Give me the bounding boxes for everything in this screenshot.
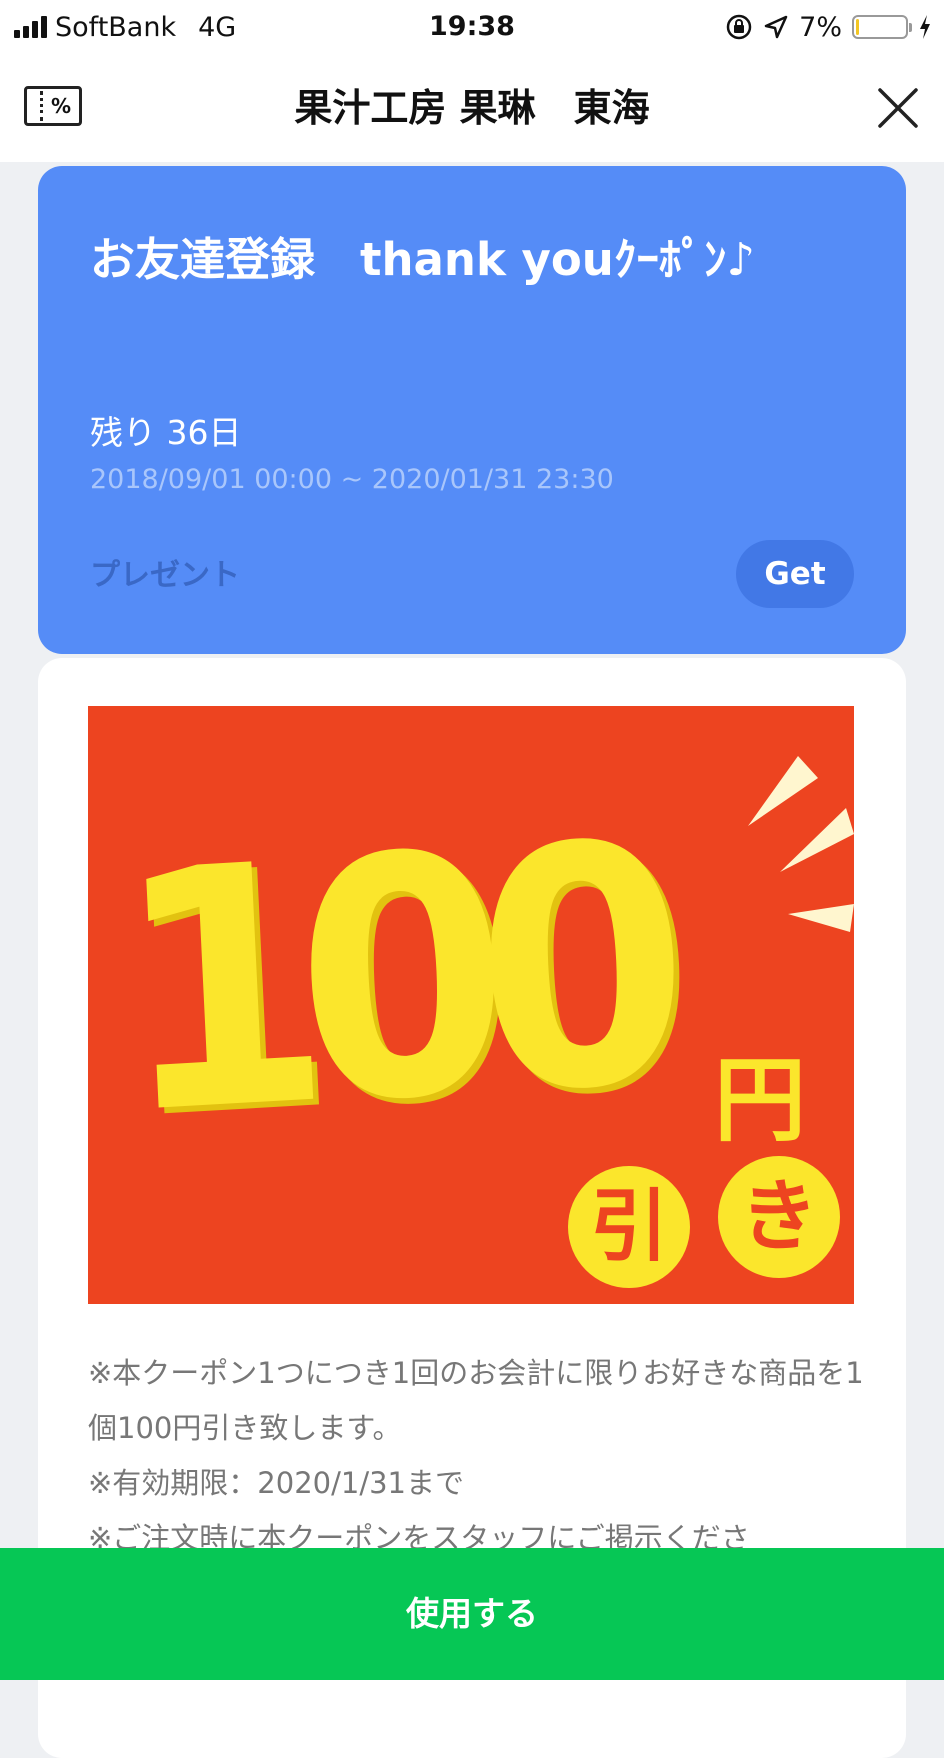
- perforation-line: [40, 91, 43, 121]
- status-bar: SoftBank 4G 19:38 7%: [0, 0, 944, 54]
- use-coupon-button[interactable]: 使用する: [0, 1548, 944, 1680]
- emphasis-rays-icon: [748, 756, 854, 932]
- charging-icon: [920, 15, 930, 39]
- coupon-validity-period: 2018/09/01 00:00 ~ 2020/01/31 23:30: [90, 464, 614, 495]
- promo-image: 100 円 引 き: [88, 706, 854, 1304]
- coupon-type: プレゼント: [90, 558, 240, 593]
- location-arrow-icon: [764, 15, 788, 39]
- status-right: 7%: [725, 8, 932, 46]
- battery-icon: [852, 15, 912, 39]
- page-title: 果汁工房 果琳 東海: [294, 86, 650, 130]
- promo-amount: 100: [108, 773, 667, 1188]
- promo-circle-hiki: 引: [568, 1166, 690, 1288]
- coupon-remaining-days: 残り 36日: [90, 413, 242, 452]
- header: % 果汁工房 果琳 東海: [0, 54, 944, 162]
- orientation-lock-icon: [726, 14, 752, 40]
- battery-percent: 7%: [799, 11, 842, 43]
- promo-circle-ki: き: [718, 1156, 840, 1278]
- coupon-title: お友達登録 thank youｸｰﾎﾟﾝ♪: [90, 233, 756, 286]
- percent-sign: %: [51, 94, 72, 118]
- get-button[interactable]: Get: [736, 540, 854, 608]
- close-icon[interactable]: [874, 84, 922, 132]
- coupon-description: ※本クーポン1つにつき1回のお会計に限りお好きな商品を1個100円引き致します。…: [88, 1356, 864, 1555]
- coupon-list-icon[interactable]: %: [24, 86, 82, 126]
- promo-yen: 円: [714, 1047, 807, 1154]
- battery-level: [856, 19, 859, 35]
- coupon-card: お友達登録 thank youｸｰﾎﾟﾝ♪ 残り 36日 2018/09/01 …: [38, 166, 906, 654]
